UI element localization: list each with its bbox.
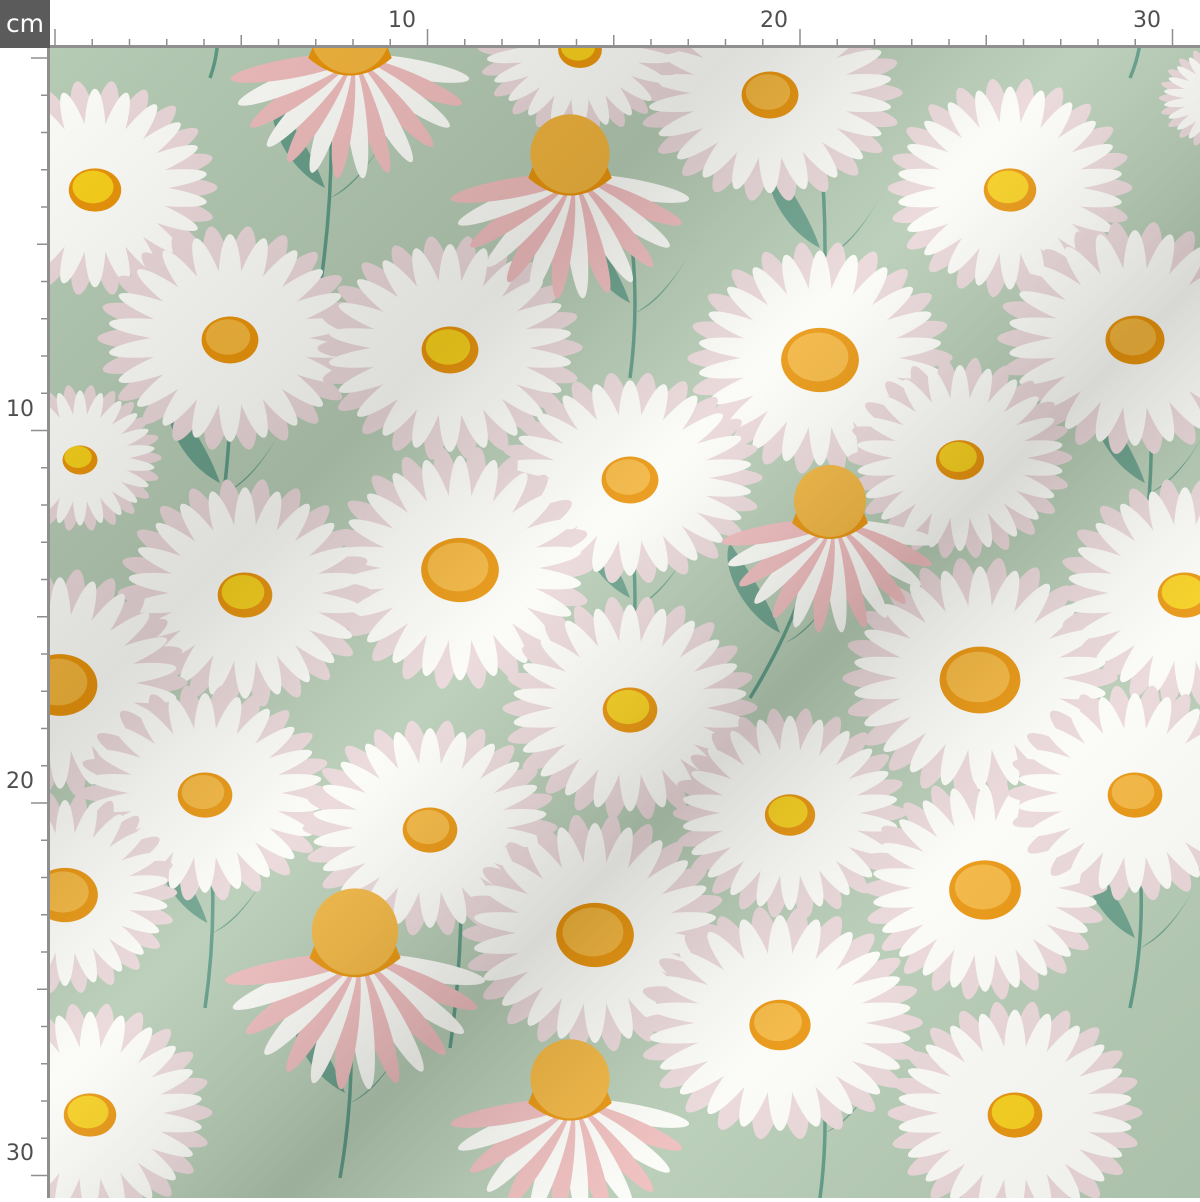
left-ruler: 10 20 30 bbox=[0, 48, 50, 1198]
unit-badge[interactable]: cm bbox=[0, 0, 50, 48]
left-ruler-label-10: 10 bbox=[6, 397, 34, 422]
top-ruler-ticks bbox=[54, 29, 1174, 45]
left-ruler-label-20: 20 bbox=[6, 769, 34, 794]
left-ruler-label-30: 30 bbox=[6, 1141, 34, 1166]
fabric-fold-shading bbox=[50, 48, 1200, 1198]
daisy-pattern bbox=[50, 48, 1200, 1198]
top-ruler-label-20: 20 bbox=[760, 8, 788, 33]
left-ruler-ticks bbox=[31, 57, 47, 1177]
top-ruler-label-10: 10 bbox=[388, 8, 416, 33]
top-ruler-label-30: 30 bbox=[1133, 8, 1161, 33]
fabric-preview[interactable] bbox=[50, 48, 1200, 1198]
top-ruler: 10 20 30 bbox=[50, 0, 1200, 48]
